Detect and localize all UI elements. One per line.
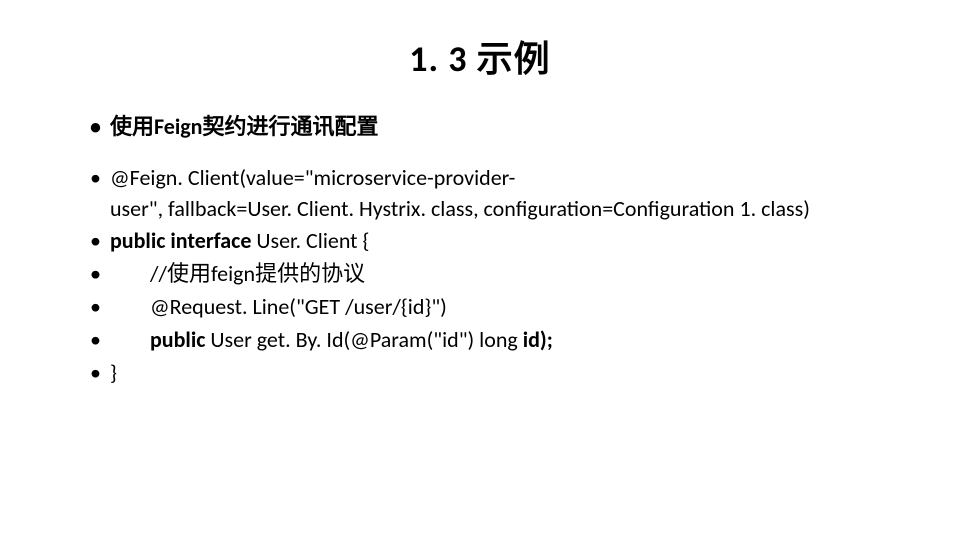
bullet-text: //使用feign提供的协议	[110, 259, 365, 290]
bullet-item: @Request. Line("GET /user/{id}")	[90, 292, 900, 323]
bullet-item: 使用Feign契约进行通讯配置	[90, 112, 900, 143]
bullet-text: id);	[523, 326, 553, 353]
bullet-text: User. Client {	[256, 227, 369, 254]
bullet-list: 使用Feign契约进行通讯配置 @Feign. Client(value="mi…	[60, 112, 900, 388]
bullet-text: 使用Feign契约进行通讯配置	[110, 113, 379, 140]
bullet-item: public interface User. Client {	[90, 226, 900, 257]
slide-title: 1. 3 示例	[60, 30, 900, 82]
bullet-text: public interface	[110, 227, 256, 254]
bullet-text: }	[110, 359, 117, 386]
bullet-text: public	[150, 326, 210, 353]
bullet-text: User get. By. Id(@Param("id") long	[210, 326, 522, 353]
bullet-text: user", fallback=User. Client. Hystrix. c…	[110, 195, 810, 222]
bullet-item: }	[90, 358, 900, 389]
bullet-item: @Feign. Client(value="microservice-provi…	[90, 163, 900, 225]
bullet-item: //使用feign提供的协议	[90, 259, 900, 290]
slide: 1. 3 示例 使用Feign契约进行通讯配置 @Feign. Client(v…	[0, 0, 960, 420]
bullet-item: public User get. By. Id(@Param("id") lon…	[90, 325, 900, 356]
bullet-text: @Request. Line("GET /user/{id}")	[110, 292, 447, 323]
bullet-text: @Feign. Client(value="microservice-provi…	[110, 164, 515, 191]
